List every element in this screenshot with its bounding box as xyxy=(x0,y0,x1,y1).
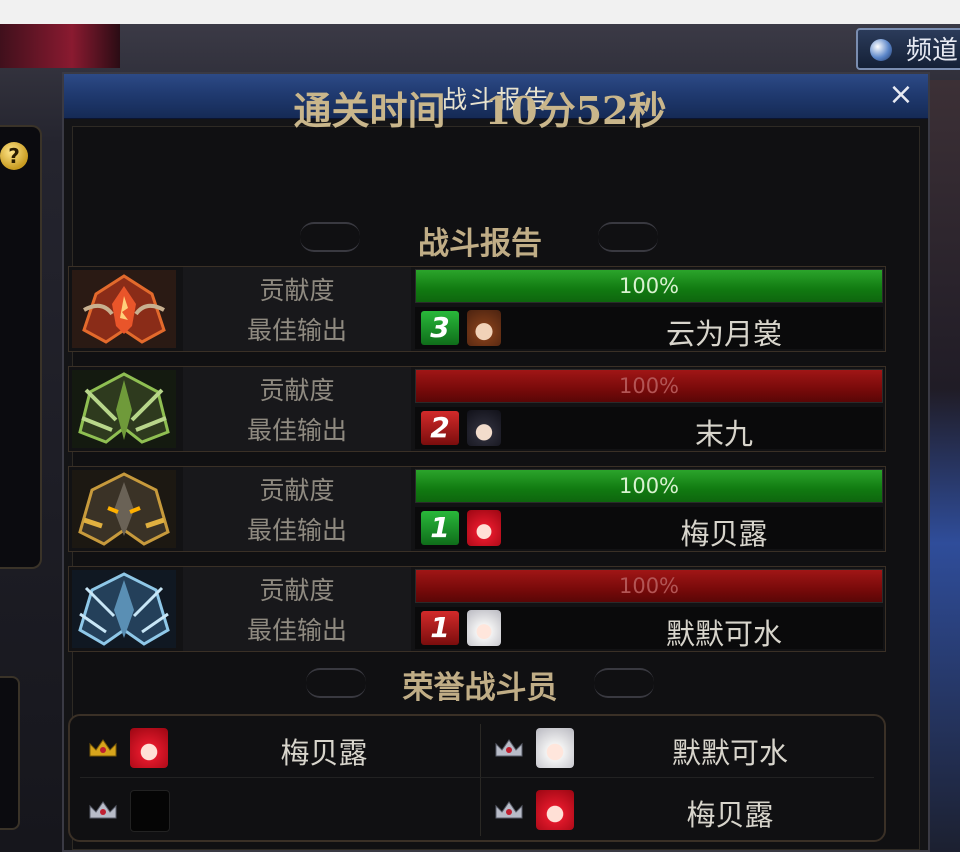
game-banner xyxy=(0,24,120,68)
channel-button[interactable]: 频道 xyxy=(856,28,960,70)
label-column: 贡献度 最佳输出 xyxy=(183,367,411,451)
report-section-header: 战斗报告 xyxy=(418,226,542,262)
honor-entry: 默默可水 xyxy=(480,720,880,776)
player-name[interactable]: 默默可水 xyxy=(565,611,883,653)
contribution-bar: 100% xyxy=(415,269,883,303)
red-hair-avatar-icon[interactable] xyxy=(467,510,501,546)
ice-armor-class-emblem-icon xyxy=(72,570,176,648)
best-output-row: 3 云为月裳 xyxy=(415,307,883,351)
player-name[interactable]: 云为月裳 xyxy=(565,311,883,353)
rank-badge: 1 xyxy=(421,611,459,645)
contribution-value: 100% xyxy=(618,574,680,598)
player-row: 贡献度最佳输出 100% 1 梅贝露 xyxy=(68,466,886,552)
contribution-label: 贡献度 xyxy=(259,576,335,605)
best-output-label: 最佳输出 xyxy=(246,316,347,345)
dark-hair-avatar-icon[interactable] xyxy=(467,410,501,446)
honor-entry xyxy=(74,782,474,838)
honor-entry: 梅贝露 xyxy=(74,720,474,776)
best-output-label: 最佳输出 xyxy=(246,416,347,445)
best-output-row: 2 末九 xyxy=(415,407,883,451)
contribution-bar: 100% xyxy=(415,569,883,603)
label-column: 贡献度 最佳输出 xyxy=(183,267,411,351)
rank-badge: 3 xyxy=(421,311,459,345)
honor-entry: 梅贝露 xyxy=(480,782,880,838)
silver-crown-icon xyxy=(494,738,524,758)
rank-badge: 2 xyxy=(421,411,459,445)
red-hair-avatar-icon[interactable] xyxy=(130,728,168,768)
label-column: 贡献度 最佳输出 xyxy=(183,467,411,551)
clear-time: 通关时间 10分52秒 xyxy=(0,80,960,135)
browser-top-strip xyxy=(0,0,960,24)
honor-panel: 梅贝露 默默可水 梅贝露 xyxy=(68,714,886,842)
contribution-bar: 100% xyxy=(415,369,883,403)
left-side-panel xyxy=(0,125,42,569)
player-row: 贡献度最佳输出 100% 3 云为月裳 xyxy=(68,266,886,352)
flame-class-emblem-icon xyxy=(72,270,176,348)
honor-player-name[interactable]: 梅贝露 xyxy=(580,792,880,834)
player-name[interactable]: 梅贝露 xyxy=(565,511,883,553)
silver-crown-icon xyxy=(494,800,524,820)
best-output-row: 1 默默可水 xyxy=(415,607,883,651)
silver-crown-icon xyxy=(88,800,118,820)
player-name[interactable]: 末九 xyxy=(565,411,883,453)
contribution-value: 100% xyxy=(618,274,680,298)
contribution-label: 贡献度 xyxy=(259,376,335,405)
best-output-label: 最佳输出 xyxy=(246,616,347,645)
rank-badge: 1 xyxy=(421,511,459,545)
red-hair-avatar-icon[interactable] xyxy=(536,790,574,830)
clear-time-label: 通关时间 xyxy=(293,88,446,133)
green-blade-class-emblem-icon xyxy=(72,370,176,448)
contribution-label: 贡献度 xyxy=(259,276,335,305)
gold-armor-class-emblem-icon xyxy=(72,470,176,548)
honor-player-name[interactable]: 梅贝露 xyxy=(174,730,474,772)
brown-hair-avatar-icon[interactable] xyxy=(467,310,501,346)
help-icon[interactable]: ? xyxy=(0,142,28,170)
channel-orb-icon xyxy=(870,39,892,61)
label-column: 贡献度 最佳输出 xyxy=(183,567,411,651)
best-output-label: 最佳输出 xyxy=(246,516,347,545)
player-row: 贡献度最佳输出 100% 1 默默可水 xyxy=(68,566,886,652)
honor-row-divider xyxy=(80,777,874,778)
best-output-row: 1 梅贝露 xyxy=(415,507,883,551)
right-background-strip xyxy=(930,80,960,852)
gold-crown-icon xyxy=(88,738,118,758)
honor-player-name[interactable]: 默默可水 xyxy=(580,730,880,772)
contribution-label: 贡献度 xyxy=(259,476,335,505)
white-hair-avatar-icon[interactable] xyxy=(467,610,501,646)
white-hair-avatar-icon[interactable] xyxy=(536,728,574,768)
player-row: 贡献度最佳输出 100% 2 末九 xyxy=(68,366,886,452)
honor-section-header: 荣誉战斗员 xyxy=(402,670,558,706)
contribution-value: 100% xyxy=(618,474,680,498)
channel-button-label: 频道 xyxy=(906,36,959,66)
empty-avatar-icon[interactable] xyxy=(130,790,170,832)
contribution-value: 100% xyxy=(618,374,680,398)
clear-time-value: 10分52秒 xyxy=(484,88,667,133)
contribution-bar: 100% xyxy=(415,469,883,503)
